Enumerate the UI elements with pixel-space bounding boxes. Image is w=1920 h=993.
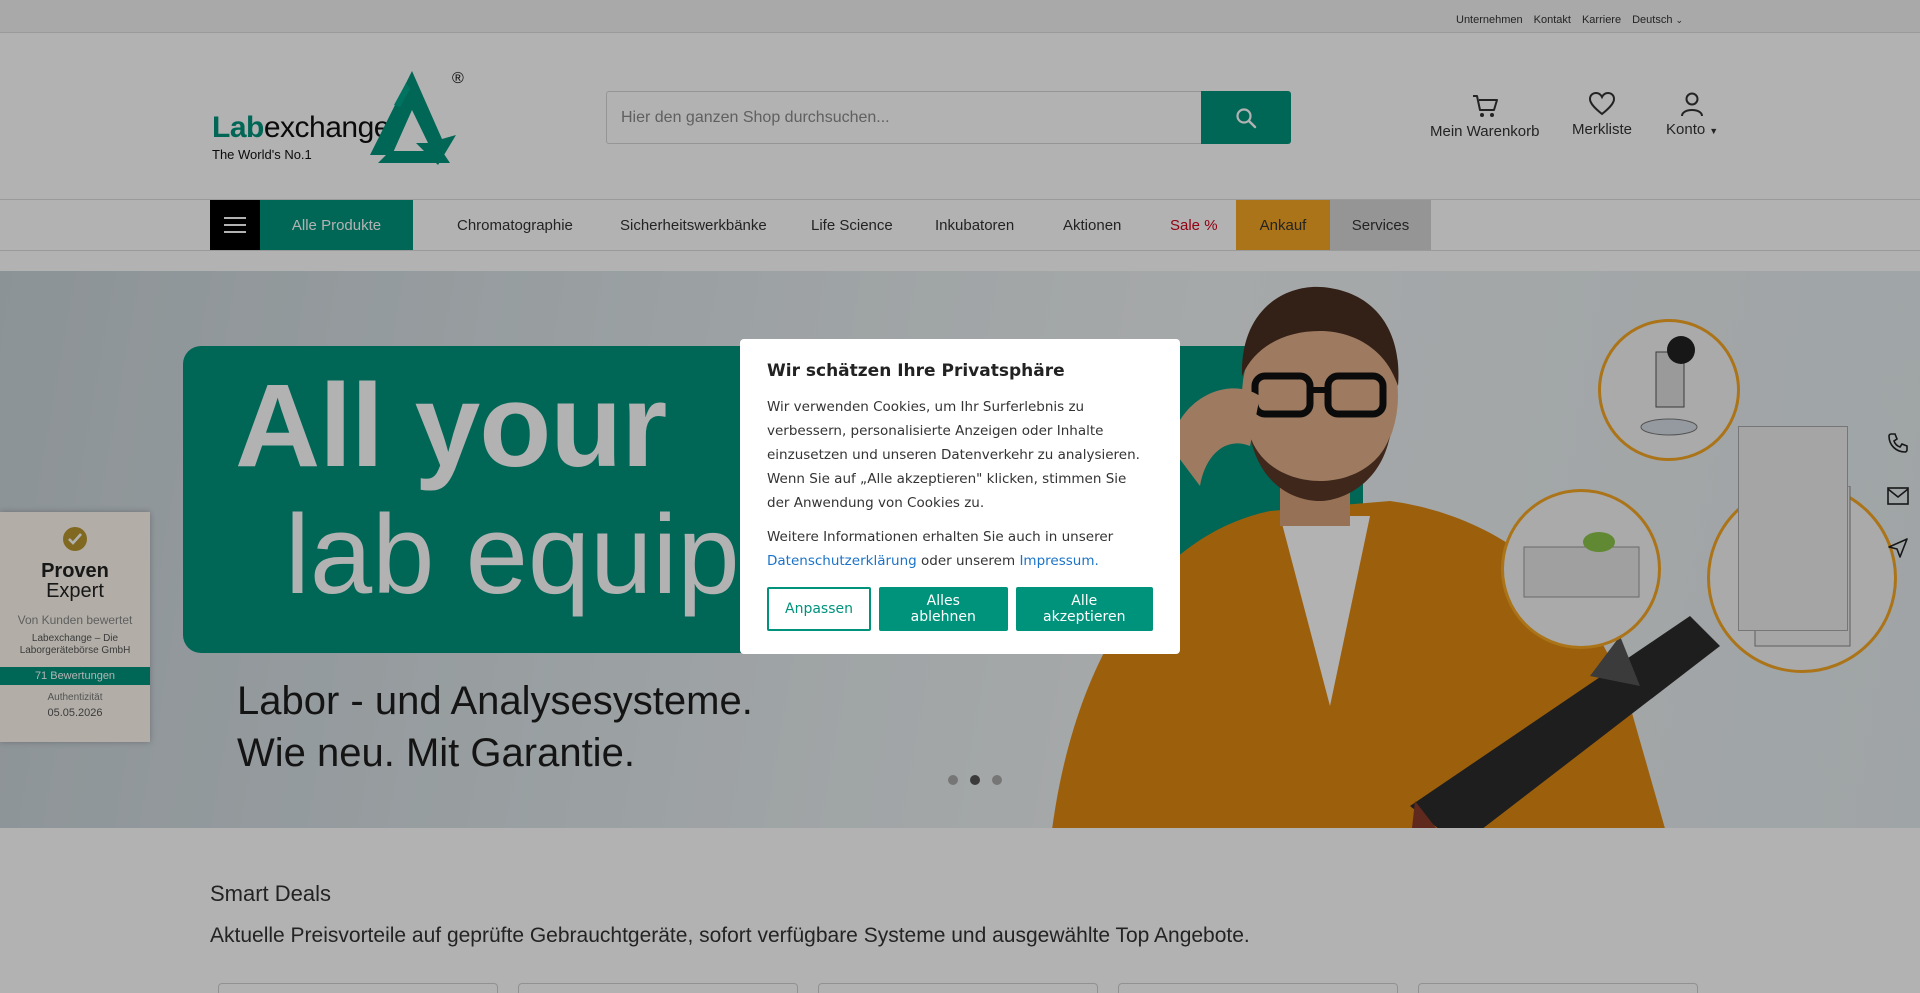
cookie-consent-dialog: Wir schätzen Ihre Privatsphäre Wir verwe…: [740, 339, 1180, 654]
cookie-dialog-title: Wir schätzen Ihre Privatsphäre: [767, 361, 1065, 381]
cookie-dialog-buttons: Anpassen Alles ablehnen Alle akzeptieren: [767, 587, 1153, 631]
cookie-dialog-more-info: Weitere Informationen erhalten Sie auch …: [767, 529, 1114, 569]
accept-all-cookies-button[interactable]: Alle akzeptieren: [1015, 587, 1153, 631]
customize-cookies-button[interactable]: Anpassen: [767, 587, 871, 631]
imprint-link[interactable]: Impressum.: [1019, 553, 1098, 569]
cookie-dialog-text: Wir verwenden Cookies, um Ihr Surferlebn…: [767, 399, 1140, 511]
reject-all-cookies-button[interactable]: Alles ablehnen: [879, 587, 1008, 631]
privacy-policy-link[interactable]: Datenschutzerklärung: [767, 553, 917, 569]
